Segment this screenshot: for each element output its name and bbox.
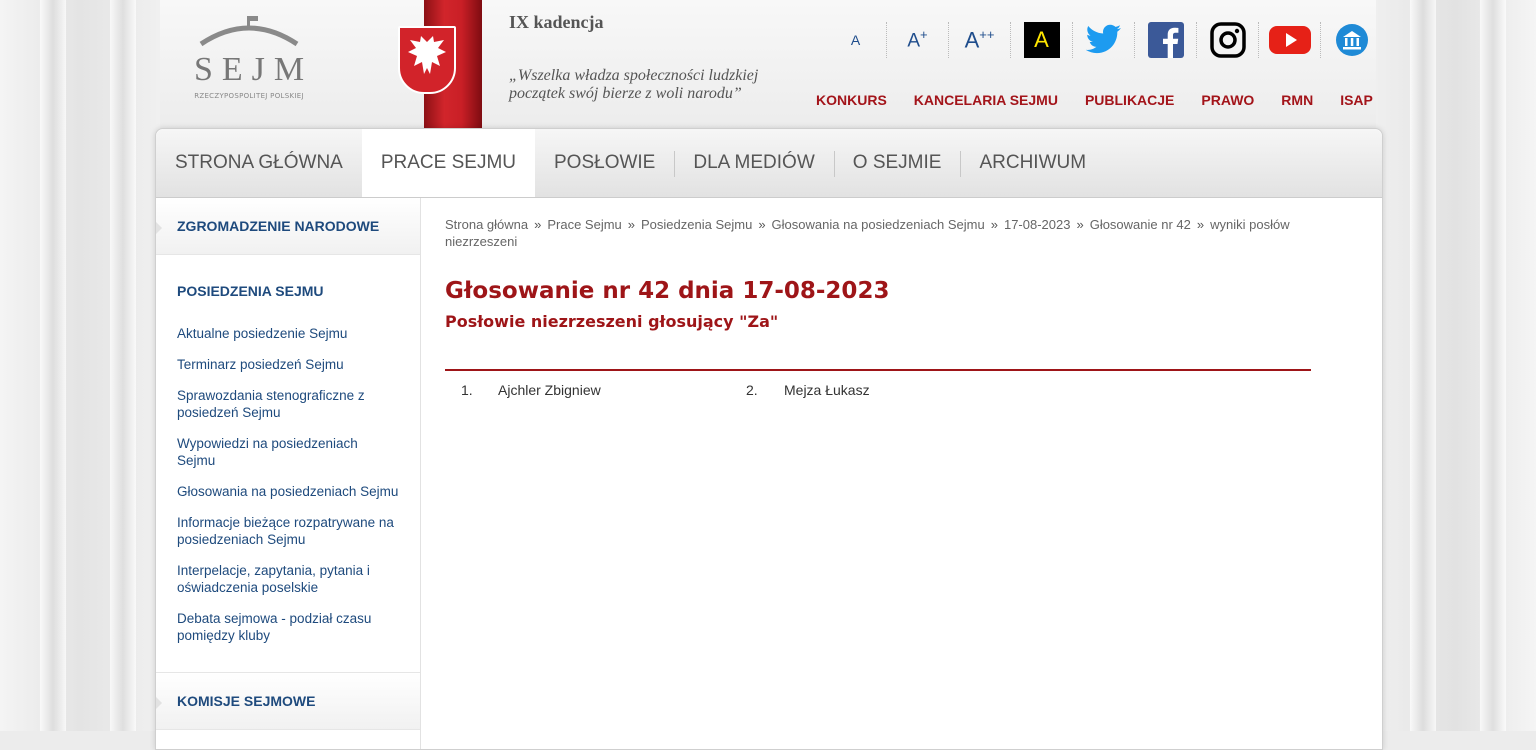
dome-icon: [199, 16, 299, 47]
accessibility-toolbar: A A+ A++ A: [825, 22, 1383, 58]
sidebar-section-zgromadzenie[interactable]: ZGROMADZENIE NARODOWE: [156, 198, 420, 254]
instagram-icon: [1209, 22, 1246, 58]
vote-number: 1.: [461, 382, 473, 398]
logo-word: SEJM: [194, 51, 314, 88]
font-size-larger-sup: +: [920, 27, 928, 43]
motto-line: „Wszelka władza społeczności ludzkiej: [509, 67, 759, 84]
font-size-largest-button[interactable]: A++: [949, 22, 1011, 58]
sejm-logo[interactable]: SEJM RZECZYPOSPOLITEJ POLSKIEJ: [188, 14, 310, 109]
sidebar: ZGROMADZENIE NARODOWE POSIEDZENIA SEJMU …: [156, 198, 421, 749]
breadcrumb: Strona główna » Prace Sejmu » Posiedzenia Se…: [445, 216, 1311, 250]
breadcrumb-separator: »: [627, 217, 636, 232]
sidebar-item-terminarz[interactable]: Terminarz posiedzeń Sejmu: [177, 356, 399, 373]
page-title: Głosowanie nr 42 dnia 17-08-2023: [445, 278, 890, 304]
font-size-largest-label: A: [964, 27, 980, 53]
topnav-konkurs[interactable]: KONKURS: [816, 92, 887, 108]
contrast-button[interactable]: A: [1011, 22, 1073, 58]
institution-icon: [1336, 24, 1368, 56]
sidebar-item-aktualne[interactable]: Aktualne posiedzenie Sejmu: [177, 325, 399, 342]
breadcrumb-separator: »: [1076, 217, 1084, 232]
sidebar-section-posiedzenia[interactable]: POSIEDZENIA SEJMU: [156, 263, 420, 319]
vote-number: 2.: [746, 382, 758, 398]
breadcrumb-item[interactable]: 17-08-2023: [1004, 217, 1071, 232]
vote-results-list: 1. Ajchler Zbigniew 2. Mejza Łukasz: [445, 382, 1311, 412]
sidebar-links: Aktualne posiedzenie Sejmu Terminarz pos…: [156, 319, 420, 672]
background-right: [1376, 0, 1536, 731]
page-subtitle: Posłowie niezrzeszeni głosujący "Za": [445, 312, 779, 331]
divider: [156, 729, 420, 730]
background-column: [1410, 0, 1436, 731]
mainnav-poslowie[interactable]: POSŁOWIE: [535, 129, 674, 197]
motto: „Wszelka władza społeczności ludzkiej po…: [509, 67, 799, 103]
mainnav-archiwum[interactable]: ARCHIWUM: [960, 129, 1105, 197]
font-size-normal-label: A: [850, 32, 861, 48]
font-size-largest-sup: ++: [979, 26, 995, 42]
contrast-label: A: [1023, 22, 1060, 58]
motto-line: początek swój bierze z woli narodu”: [509, 85, 742, 102]
background-column: [110, 0, 136, 731]
main-panel: STRONA GŁÓWNA PRACE SEJMU POSŁOWIE DLA M…: [155, 128, 1383, 750]
topnav-kancelaria[interactable]: KANCELARIA SEJMU: [914, 92, 1058, 108]
instagram-link[interactable]: [1197, 22, 1259, 58]
youtube-icon: [1268, 26, 1311, 54]
term-label: IX kadencja: [509, 12, 604, 32]
font-size-normal-button[interactable]: A: [825, 22, 887, 58]
facebook-link[interactable]: [1135, 22, 1197, 58]
logo-subtitle: RZECZYPOSPOLITEJ POLSKIEJ: [194, 92, 304, 100]
mainnav-strona-glowna[interactable]: STRONA GŁÓWNA: [156, 129, 362, 197]
background-column: [1480, 0, 1506, 731]
mainnav-dla-mediow[interactable]: DLA MEDIÓW: [674, 129, 833, 197]
background-column: [40, 0, 66, 731]
font-size-larger-button[interactable]: A+: [887, 22, 949, 58]
breadcrumb-separator: »: [758, 217, 766, 232]
twitter-link[interactable]: [1073, 22, 1135, 58]
twitter-icon: [1085, 24, 1121, 54]
breadcrumb-separator: »: [990, 217, 998, 232]
breadcrumb-separator: »: [534, 217, 542, 232]
content: Strona główna » Prace Sejmu » Posiedzenia Se…: [445, 216, 1311, 412]
mp-name[interactable]: Mejza Łukasz: [784, 382, 870, 398]
mainnav-o-sejmie[interactable]: O SEJMIE: [833, 129, 961, 197]
breadcrumb-item[interactable]: Głosowanie nr 42: [1090, 217, 1191, 232]
youtube-link[interactable]: [1259, 22, 1321, 58]
topnav-rmn[interactable]: RMN: [1281, 92, 1313, 108]
background-top: [160, 0, 1376, 130]
sidebar-section-komisje[interactable]: KOMISJE SEJMOWE: [156, 673, 420, 729]
mp-name[interactable]: Ajchler Zbigniew: [498, 382, 601, 398]
breadcrumb-item[interactable]: Posiedzenia Sejmu: [641, 217, 752, 232]
mainnav-prace-sejmu[interactable]: PRACE SEJMU: [361, 129, 535, 197]
facebook-icon: [1147, 22, 1184, 58]
sidebar-item-glosowania[interactable]: Głosowania na posiedzeniach Sejmu: [177, 483, 399, 500]
sidebar-item-informacje[interactable]: Informacje bieżące rozpatrywane na posie…: [177, 514, 399, 548]
breadcrumb-separator: »: [1196, 217, 1205, 232]
topnav-publikacje[interactable]: PUBLIKACJE: [1085, 92, 1174, 108]
topnav-isap[interactable]: ISAP: [1340, 92, 1373, 108]
sidebar-item-debata[interactable]: Debata sejmowa - podział czasu pomiędzy …: [177, 610, 399, 644]
top-navigation: KONKURS KANCELARIA SEJMU PUBLIKACJE PRAW…: [816, 92, 1373, 108]
institution-link[interactable]: [1321, 22, 1383, 58]
main-navigation: STRONA GŁÓWNA PRACE SEJMU POSŁOWIE DLA M…: [156, 129, 1382, 198]
breadcrumb-item[interactable]: Prace Sejmu: [547, 217, 621, 232]
background-left: [0, 0, 160, 731]
topnav-prawo[interactable]: PRAWO: [1201, 92, 1254, 108]
divider: [156, 254, 420, 255]
breadcrumb-item[interactable]: Strona główna: [445, 217, 528, 232]
sidebar-item-interpelacje[interactable]: Interpelacje, zapytania, pytania i oświa…: [177, 562, 399, 596]
breadcrumb-item[interactable]: Głosowania na posiedzeniach Sejmu: [772, 217, 985, 232]
eagle-emblem-icon: [398, 26, 456, 94]
sidebar-item-sprawozdania[interactable]: Sprawozdania stenograficzne z posiedzeń …: [177, 387, 399, 421]
sidebar-item-wypowiedzi[interactable]: Wypowiedzi na posiedzeniach Sejmu: [177, 435, 399, 469]
font-size-larger-label: A: [907, 30, 921, 52]
divider: [445, 369, 1311, 371]
